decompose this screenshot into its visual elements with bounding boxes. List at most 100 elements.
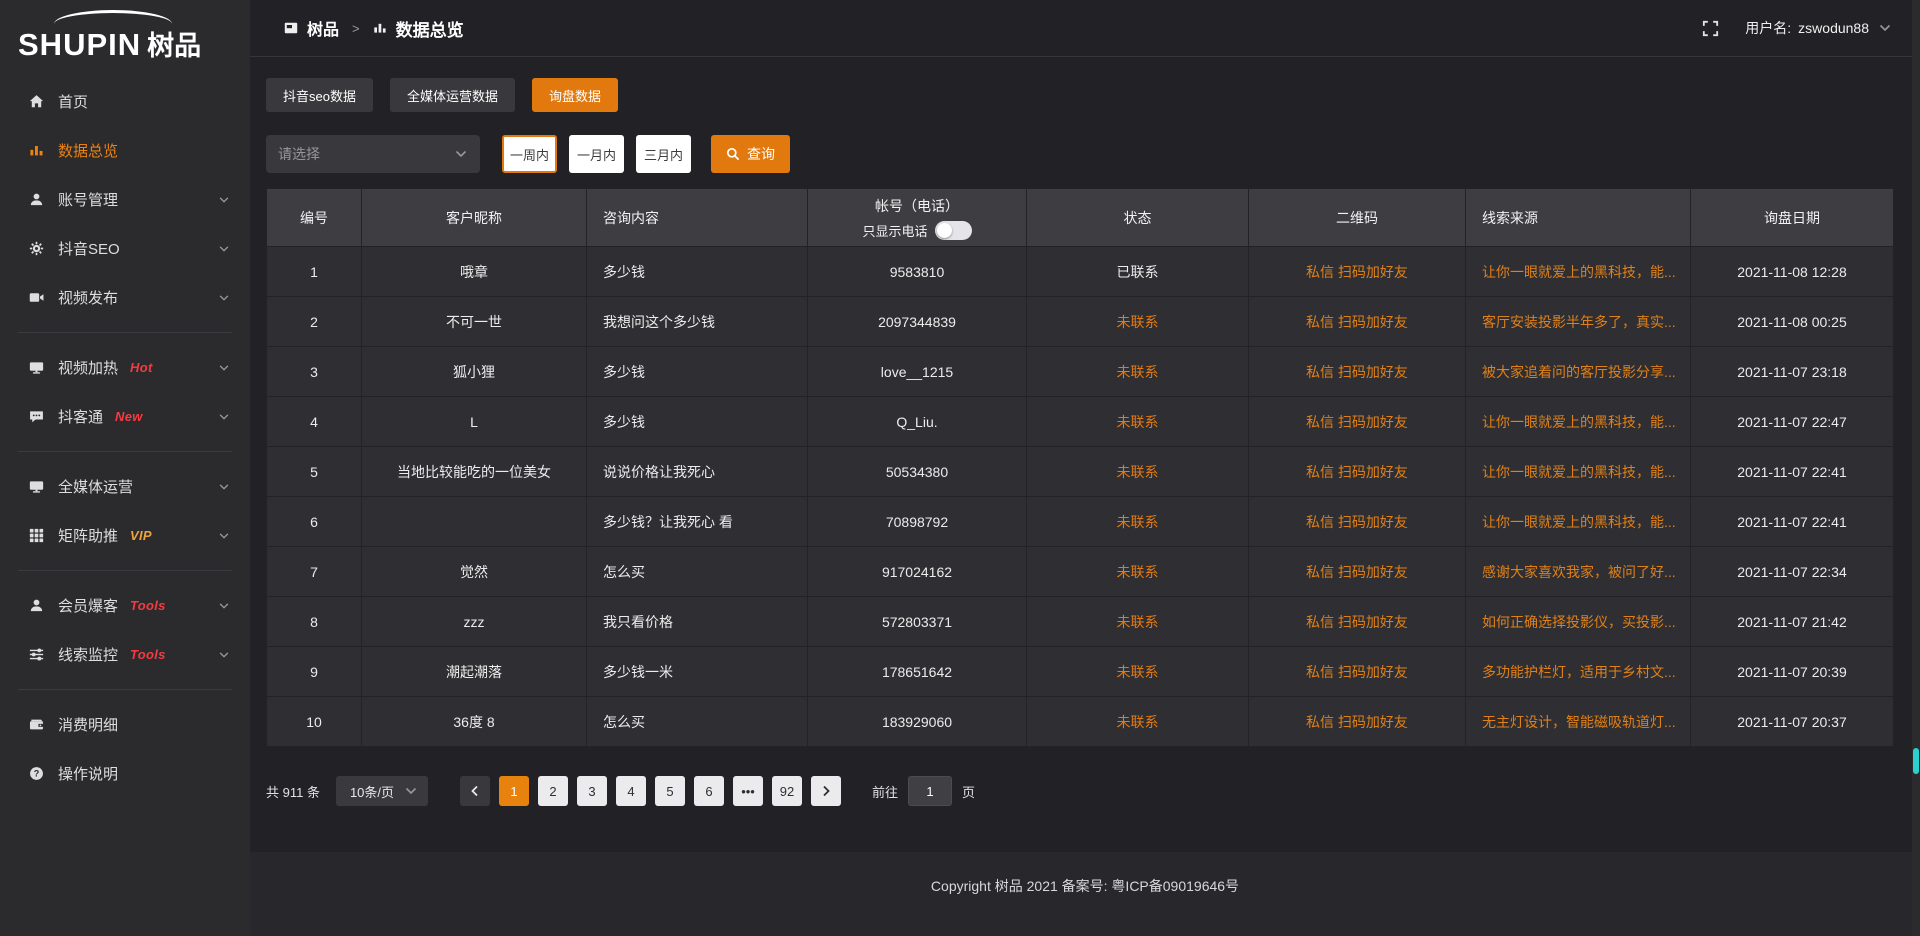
- svg-text:?: ?: [33, 769, 39, 779]
- cell-date: 2021-11-08 00:25: [1691, 297, 1894, 347]
- qrcode-link[interactable]: 私信 扫码加好友: [1306, 264, 1408, 280]
- qrcode-link[interactable]: 私信 扫码加好友: [1306, 564, 1408, 580]
- source-link[interactable]: 感谢大家喜欢我家，被问了好...: [1482, 564, 1676, 580]
- source-link[interactable]: 让你一眼就爱上的黑科技，能...: [1482, 514, 1676, 530]
- source-link[interactable]: 如何正确选择投影仪，买投影...: [1482, 614, 1676, 630]
- sidebar-item[interactable]: 线索监控Tools: [0, 630, 250, 679]
- next-page-button[interactable]: [811, 776, 841, 806]
- prev-page-button[interactable]: [460, 776, 490, 806]
- phone-only-toggle[interactable]: [935, 221, 972, 240]
- cell-qrcode: 私信 扫码加好友: [1249, 547, 1466, 597]
- qrcode-link[interactable]: 私信 扫码加好友: [1306, 514, 1408, 530]
- scrollbar-thumb[interactable]: [1913, 748, 1919, 774]
- cell-status: 未联系: [1027, 397, 1249, 447]
- range-button[interactable]: 一月内: [569, 135, 624, 173]
- filter-bar: 请选择 一周内一月内三月内 查询: [266, 135, 1920, 173]
- search-button[interactable]: 查询: [711, 135, 790, 173]
- chevron-down-icon: [218, 600, 230, 612]
- sidebar-item[interactable]: 抖客通New: [0, 392, 250, 441]
- table-row: 7觉然怎么买917024162未联系私信 扫码加好友感谢大家喜欢我家，被问了好.…: [267, 547, 1894, 597]
- cell-content: 怎么买: [587, 697, 808, 747]
- cell-content: 我想问这个多少钱: [587, 297, 808, 347]
- sidebar-item-badge: Hot: [130, 360, 153, 375]
- chevron-down-icon: [1878, 21, 1892, 35]
- qrcode-link[interactable]: 私信 扫码加好友: [1306, 464, 1408, 480]
- breadcrumb-home[interactable]: 树品: [307, 16, 339, 40]
- page-button[interactable]: 4: [616, 776, 646, 806]
- cell-account: 183929060: [808, 697, 1027, 747]
- cell-qrcode: 私信 扫码加好友: [1249, 397, 1466, 447]
- sidebar-item[interactable]: 全媒体运营: [0, 462, 250, 511]
- goto-page-input[interactable]: [908, 776, 952, 806]
- range-button[interactable]: 一周内: [502, 135, 557, 173]
- sidebar-item[interactable]: 账号管理: [0, 175, 250, 224]
- tab-button[interactable]: 询盘数据: [532, 78, 618, 112]
- cell-source: 让你一眼就爱上的黑科技，能...: [1466, 247, 1691, 297]
- cell-date: 2021-11-07 22:47: [1691, 397, 1894, 447]
- cell-nickname: 不可一世: [362, 297, 587, 347]
- data-tabs: 抖音seo数据全媒体运营数据询盘数据: [266, 78, 1920, 112]
- source-link[interactable]: 让你一眼就爱上的黑科技，能...: [1482, 464, 1676, 480]
- status-badge: 未联系: [1117, 464, 1159, 480]
- table-row: 9潮起潮落多少钱一米178651642未联系私信 扫码加好友多功能护栏灯，适用于…: [267, 647, 1894, 697]
- cell-qrcode: 私信 扫码加好友: [1249, 447, 1466, 497]
- sidebar-item[interactable]: 抖音SEO: [0, 224, 250, 273]
- source-link[interactable]: 让你一眼就爱上的黑科技，能...: [1482, 414, 1676, 430]
- cell-source: 让你一眼就爱上的黑科技，能...: [1466, 447, 1691, 497]
- qrcode-link[interactable]: 私信 扫码加好友: [1306, 714, 1408, 730]
- page-button[interactable]: 2: [538, 776, 568, 806]
- source-link[interactable]: 无主灯设计，智能磁吸轨道灯...: [1482, 714, 1676, 730]
- page-button[interactable]: 1: [499, 776, 529, 806]
- range-button[interactable]: 三月内: [636, 135, 691, 173]
- column-header: 客户昵称: [362, 189, 587, 247]
- source-link[interactable]: 让你一眼就爱上的黑科技，能...: [1482, 264, 1676, 280]
- source-link[interactable]: 多功能护栏灯，适用于乡村文...: [1482, 664, 1676, 680]
- menu-divider: [18, 689, 232, 690]
- sidebar-item[interactable]: 会员爆客Tools: [0, 581, 250, 630]
- sidebar-item-label: 抖客通: [58, 406, 103, 427]
- sidebar-item[interactable]: 首页: [0, 77, 250, 126]
- page-button[interactable]: 92: [772, 776, 802, 806]
- qrcode-link[interactable]: 私信 扫码加好友: [1306, 314, 1408, 330]
- user-menu[interactable]: 用户名: zswodun88: [1745, 18, 1892, 38]
- cell-source: 让你一眼就爱上的黑科技，能...: [1466, 497, 1691, 547]
- cell-source: 如何正确选择投影仪，买投影...: [1466, 597, 1691, 647]
- source-link[interactable]: 客厅安装投影半年多了，真实...: [1482, 314, 1676, 330]
- sidebar-item[interactable]: 数据总览: [0, 126, 250, 175]
- chart-icon: [28, 143, 44, 159]
- sidebar-item[interactable]: 视频发布: [0, 273, 250, 322]
- qrcode-link[interactable]: 私信 扫码加好友: [1306, 364, 1408, 380]
- sidebar-item[interactable]: 视频加热 Hot: [0, 343, 250, 392]
- cell-nickname: [362, 497, 587, 547]
- scrollbar[interactable]: [1912, 0, 1920, 936]
- cell-qrcode: 私信 扫码加好友: [1249, 347, 1466, 397]
- sidebar-item[interactable]: ?操作说明: [0, 749, 250, 798]
- page-size-select[interactable]: 10条/页: [336, 776, 428, 806]
- table-row: 5当地比较能吃的一位美女说说价格让我死心50534380未联系私信 扫码加好友让…: [267, 447, 1894, 497]
- cell-number: 8: [267, 597, 362, 647]
- status-badge: 未联系: [1117, 614, 1159, 630]
- cell-account: Q_Liu.: [808, 397, 1027, 447]
- status-badge: 未联系: [1117, 414, 1159, 430]
- status-badge: 已联系: [1117, 264, 1159, 280]
- page-button[interactable]: 6: [694, 776, 724, 806]
- sidebar-item[interactable]: 矩阵助推VIP: [0, 511, 250, 560]
- page-button[interactable]: 5: [655, 776, 685, 806]
- page-ellipsis-button[interactable]: •••: [733, 776, 763, 806]
- cell-source: 被大家追着问的客厅投影分享...: [1466, 347, 1691, 397]
- tab-button[interactable]: 全媒体运营数据: [390, 78, 515, 112]
- tab-button[interactable]: 抖音seo数据: [266, 78, 373, 112]
- cell-account: 917024162: [808, 547, 1027, 597]
- cell-content: 说说价格让我死心: [587, 447, 808, 497]
- qrcode-link[interactable]: 私信 扫码加好友: [1306, 414, 1408, 430]
- fullscreen-icon[interactable]: [1702, 20, 1719, 37]
- status-badge: 未联系: [1117, 664, 1159, 680]
- qrcode-link[interactable]: 私信 扫码加好友: [1306, 664, 1408, 680]
- qrcode-link[interactable]: 私信 扫码加好友: [1306, 614, 1408, 630]
- source-link[interactable]: 被大家追着问的客厅投影分享...: [1482, 364, 1676, 380]
- goto-label: 前往: [872, 782, 898, 801]
- sidebar-item[interactable]: 消费明细: [0, 700, 250, 749]
- filter-select[interactable]: 请选择: [266, 135, 480, 173]
- page-button[interactable]: 3: [577, 776, 607, 806]
- sidebar-item-label: 视频加热: [58, 357, 118, 378]
